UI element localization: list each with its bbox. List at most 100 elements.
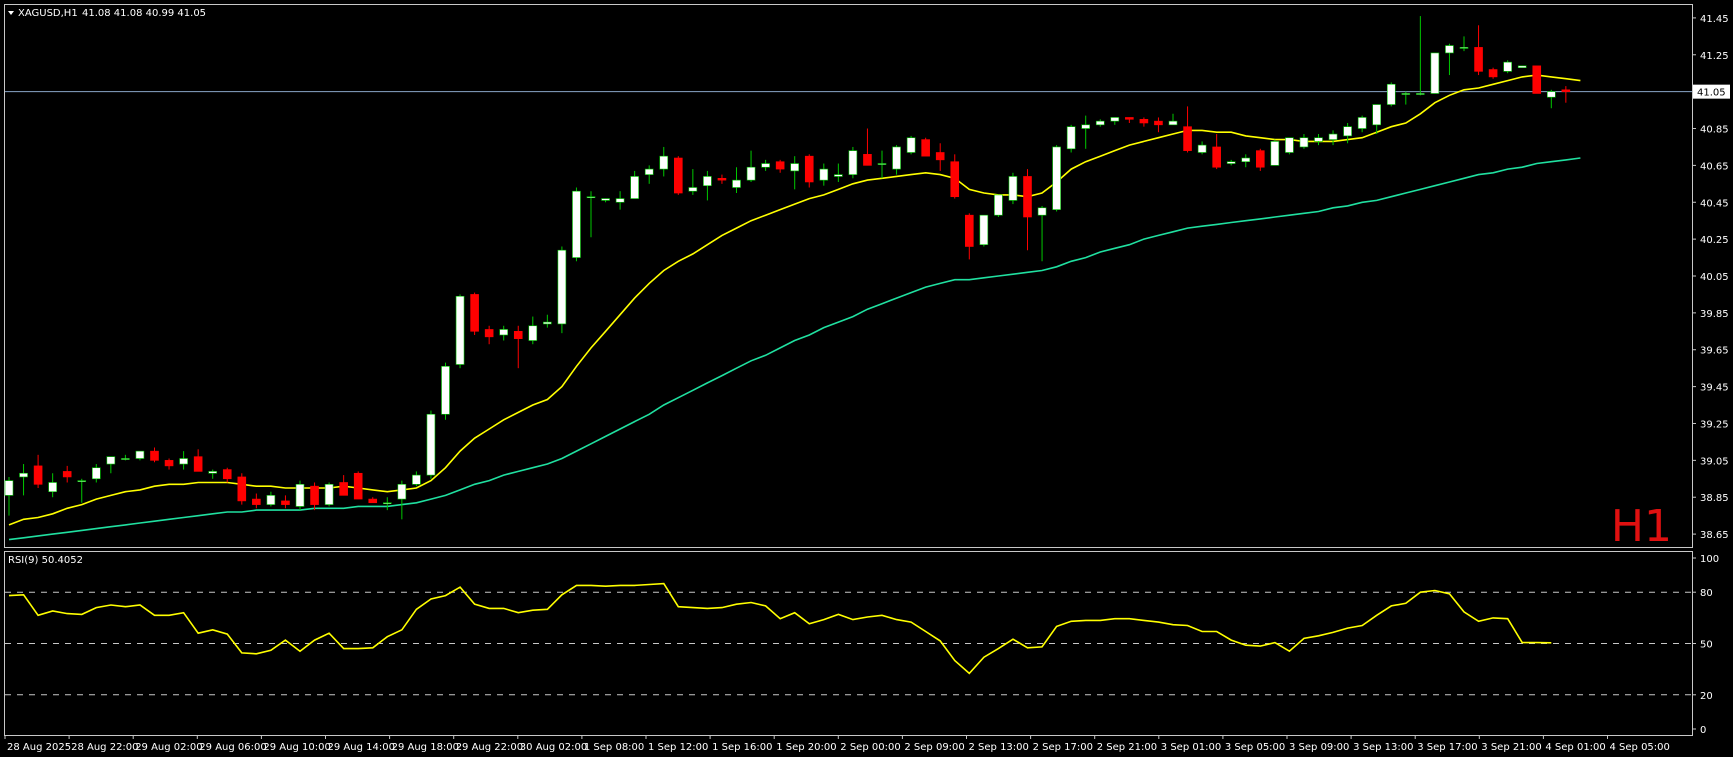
candle-body [979,214,989,245]
price-tick-label: 39.25 [1700,419,1729,430]
candle-body [950,161,960,198]
candle-body [819,168,829,181]
time-tick-label: 29 Aug 14:00 [328,742,395,753]
time-tick-label: 29 Aug 18:00 [392,742,459,753]
bear-candle [470,292,479,335]
candle-body [543,321,552,325]
candle-body [455,295,465,365]
time-tick-label: 30 Aug 02:00 [520,742,587,753]
candle-body [673,157,683,194]
time-tick-label: 4 Sep 05:00 [1610,742,1670,753]
time-tick-label: 4 Sep 01:00 [1545,742,1605,753]
price-tick-label: 38.65 [1700,530,1729,541]
candle-body [368,498,378,504]
candle-body [237,476,247,502]
candle-body [339,482,348,496]
candle-body [1416,93,1425,95]
candle-body [1314,137,1323,142]
bear-candle [1488,67,1498,79]
candle-body [1328,133,1338,140]
rsi-tick-label: 20 [1700,691,1713,702]
time-tick-label: 2 Sep 17:00 [1033,742,1093,753]
bear-candle [237,473,247,505]
candle-body [441,366,450,415]
candle-body [252,498,261,505]
candle-body [528,325,538,341]
candle-body [266,495,276,505]
time-tick-label: 28 Aug 2025 [7,742,71,753]
price-tick-label: 40.25 [1700,235,1729,246]
bull-candle [906,135,916,155]
candle-body [1270,141,1280,166]
price-tick-label: 39.45 [1700,383,1729,394]
candle-body [1008,176,1018,201]
candle-body [484,329,494,338]
candle-body [470,294,479,332]
candle-body [193,456,203,472]
candle-body [935,152,945,161]
time-tick-label: 3 Sep 01:00 [1161,742,1221,753]
candle-body [848,150,858,175]
candle-body [775,161,785,170]
current-price-tag-text: 41.05 [1697,88,1726,99]
bull-candle [1008,172,1018,205]
price-tick-label: 38.85 [1700,493,1729,504]
candle-body [921,139,930,157]
candle-body [615,198,625,203]
candle-body [150,450,159,461]
price-tick-label: 39.85 [1700,309,1729,320]
candle-body [659,155,669,170]
candle-body [644,168,654,175]
candle-body [1372,104,1381,126]
candle-body [1168,120,1178,126]
candle-body [906,137,916,153]
rsi-tick-label: 100 [1700,554,1719,565]
bear-candle [921,137,930,157]
bull-candle [1285,137,1294,155]
candle-body [1401,93,1411,95]
time-tick-label: 2 Sep 09:00 [904,742,964,753]
candle-body [630,176,639,199]
time-tick-label: 3 Sep 21:00 [1481,742,1541,753]
candle-body [164,460,174,467]
bull-candle [557,246,567,334]
candle-body [106,456,116,465]
current-price-tag: 41.05 [1693,84,1730,99]
candle-body [1241,157,1251,163]
candle-body [790,163,800,172]
bull-candle [979,214,989,247]
candle-body [1285,137,1294,153]
bull-candle [295,480,305,511]
candle-body [761,163,770,168]
candle-body [601,198,610,201]
candle-body [77,480,87,482]
bull-candle [1517,65,1527,68]
bull-candle [1503,60,1512,74]
bull-candle [1052,145,1061,212]
trading-chart[interactable]: 41.45 41.25 41.05 40.85 40.65 40.45 40.25 40.05… [0,0,1733,757]
price-tick-label: 40.05 [1700,272,1729,283]
candle-body [717,177,727,181]
candle-body [353,472,363,500]
candle-body [426,413,436,476]
candle-body [688,187,698,192]
candle-body [834,174,843,177]
candle-body [892,146,901,170]
candle-body [48,482,57,492]
candle-body [92,467,101,480]
candle-body [1430,52,1440,94]
rsi-tick-label: 0 [1700,725,1706,736]
time-tick-label: 29 Aug 06:00 [199,742,266,753]
candle-body [1212,146,1221,168]
bull-candle [1430,52,1440,94]
candle-body [62,471,72,478]
candle-body [994,194,1003,216]
candle-body [513,331,523,339]
candle-body [1547,91,1556,98]
price-tick-label: 39.05 [1700,456,1729,467]
time-tick-label: 3 Sep 05:00 [1225,742,1285,753]
time-tick-label: 3 Sep 17:00 [1417,742,1477,753]
candle-body [1197,144,1207,153]
candle-body [863,154,872,166]
bull-candle [426,410,436,479]
